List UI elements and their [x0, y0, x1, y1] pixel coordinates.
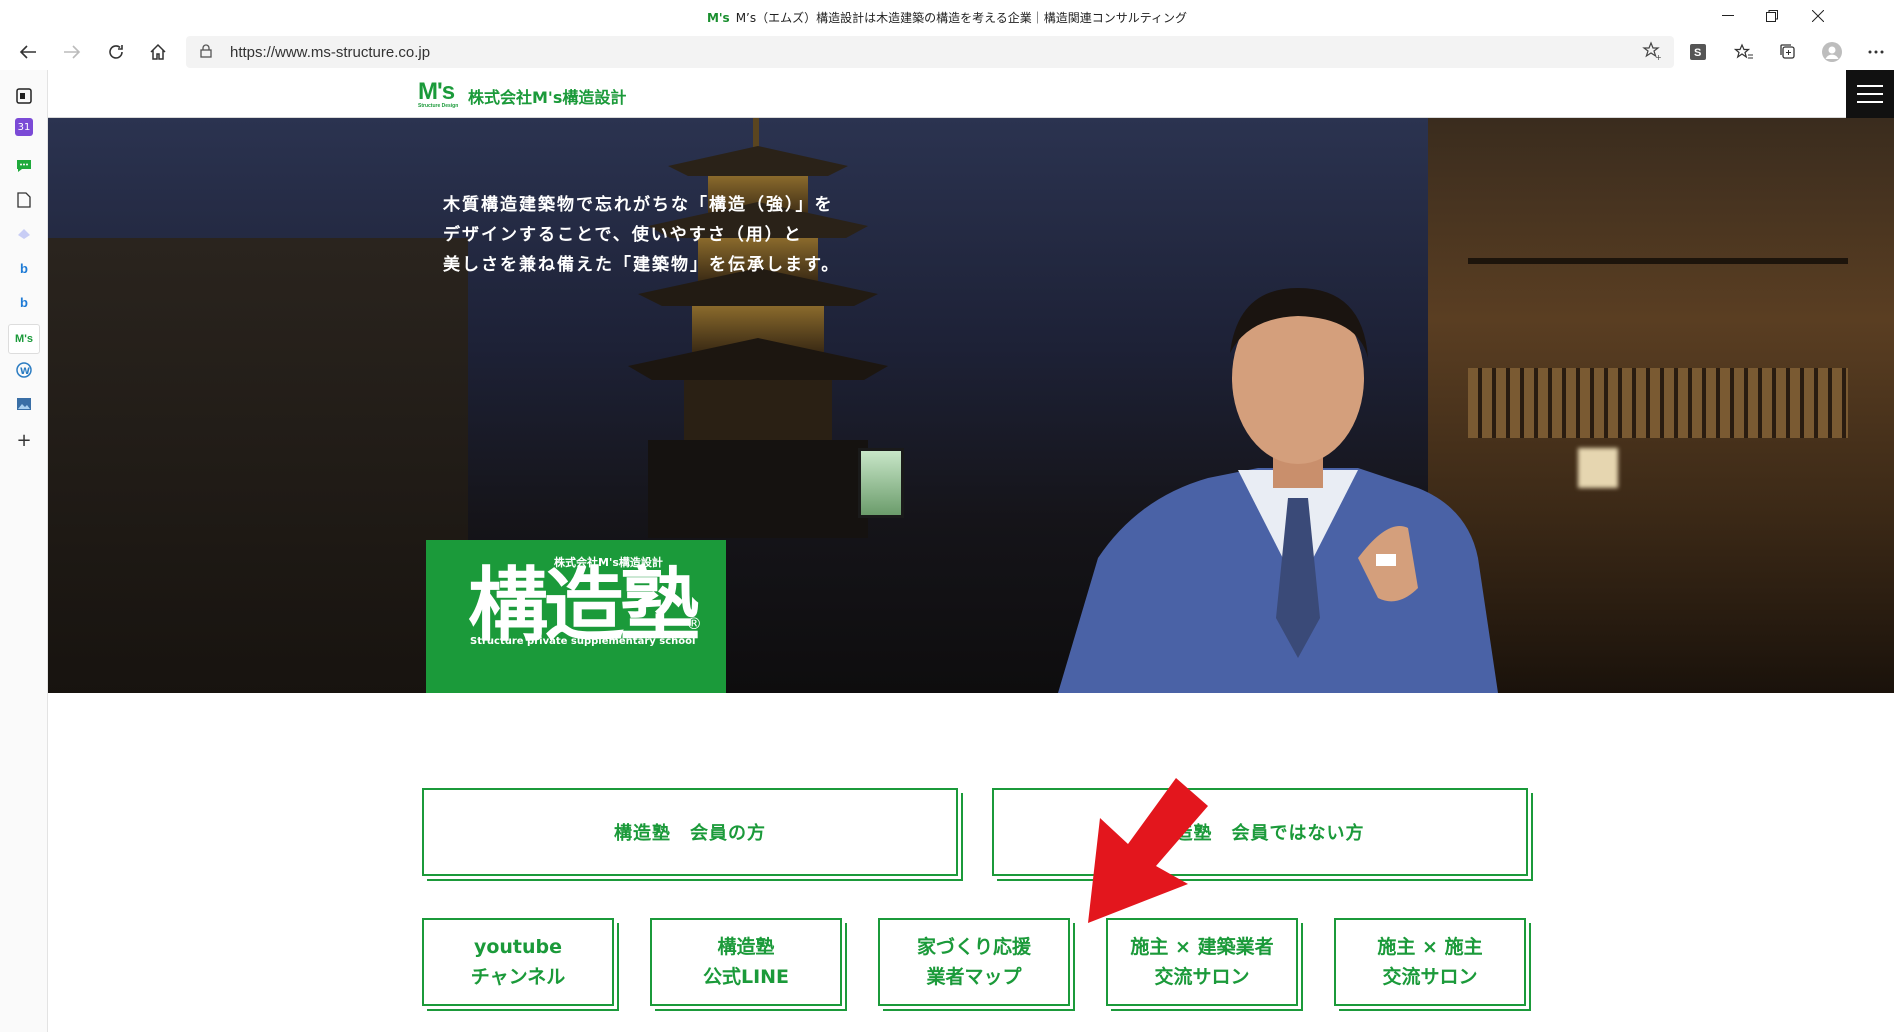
- extension-s-icon: S: [1690, 44, 1706, 60]
- sidebar-item-ms-structure[interactable]: M's: [8, 324, 40, 354]
- forward-icon: [64, 45, 81, 59]
- profile-button[interactable]: [1816, 37, 1848, 67]
- button-line: 公式LINE: [702, 966, 790, 988]
- catch-line: 美しさを兼ね備えた「建築物」を伝承します。: [443, 255, 841, 275]
- collections-button[interactable]: [1772, 37, 1804, 67]
- browser-toolbar: https://www.ms-structure.co.jp + S: [0, 34, 1894, 70]
- sidebar-item-chat[interactable]: [12, 154, 36, 178]
- hamburger-menu-button[interactable]: [1846, 70, 1894, 118]
- restore-icon: [1766, 10, 1778, 22]
- button-line: 家づくり応援: [916, 936, 1031, 958]
- sidebar-item-bing-1[interactable]: b: [12, 256, 36, 280]
- wordpress-icon: W: [16, 362, 32, 378]
- sidebar-add-button[interactable]: +: [12, 428, 36, 452]
- address-bar[interactable]: https://www.ms-structure.co.jp +: [186, 36, 1674, 68]
- home-icon: [150, 43, 166, 60]
- site-header: M's Structure Design 株式会社M's構造設計: [48, 70, 1894, 118]
- logo-mark-text: M's: [418, 78, 455, 105]
- registered-mark: ®: [686, 614, 702, 633]
- favorites-button[interactable]: [1728, 37, 1760, 67]
- button-line: チャンネル: [470, 966, 566, 988]
- button-line: 交流サロン: [1382, 966, 1478, 988]
- youtube-channel-button[interactable]: youtube チャンネル: [422, 918, 614, 1006]
- browser-window: M's M’s（エムズ）構造設計は木造建築の構造を考える企業｜構造関連コンサルティ…: [0, 0, 1894, 1032]
- profile-icon: [1822, 42, 1842, 62]
- document-icon: [17, 192, 31, 208]
- owner-builder-salon-button[interactable]: 施主 × 建築業者 交流サロン: [1106, 918, 1298, 1006]
- favorites-list-icon: [1734, 43, 1753, 59]
- button-line: 施主 × 建築業者: [1130, 936, 1274, 958]
- close-icon: [1812, 10, 1824, 22]
- presenter-photo: [1058, 288, 1498, 693]
- restore-button[interactable]: [1750, 4, 1794, 28]
- sidebar-item-calendar[interactable]: 31: [15, 118, 33, 136]
- edge-sidebar: 31 b b M's W +: [0, 70, 48, 1032]
- refresh-button[interactable]: [100, 37, 132, 67]
- button-line: 構造塾: [717, 936, 775, 958]
- bing-icon: b: [20, 294, 28, 310]
- back-icon: [19, 45, 36, 59]
- more-button[interactable]: [1860, 37, 1892, 67]
- outlook-icon: [16, 88, 32, 104]
- builder-map-button[interactable]: 家づくり応援 業者マップ: [878, 918, 1070, 1006]
- calendar-icon: 31: [17, 121, 31, 133]
- close-button[interactable]: [1796, 4, 1840, 28]
- line-official-button[interactable]: 構造塾 公式LINE: [650, 918, 842, 1006]
- extension-button[interactable]: S: [1682, 37, 1714, 67]
- sidebar-item-bing-2[interactable]: b: [12, 290, 36, 314]
- button-line: youtube: [473, 936, 563, 958]
- button-line: 施主 × 施主: [1377, 936, 1483, 958]
- forward-button[interactable]: [56, 37, 88, 67]
- hero-banner: 木質構造建築物で忘れがちな「構造（強）」を デザインすることで、使いやすさ（用）…: [48, 118, 1894, 693]
- catch-line: 木質構造建築物で忘れがちな「構造（強）」を: [443, 195, 834, 215]
- more-icon: [1868, 50, 1884, 54]
- title-bar: M's M’s（エムズ）構造設計は木造建築の構造を考える企業｜構造関連コンサルティ…: [0, 0, 1894, 34]
- site-logo[interactable]: M's Structure Design: [418, 78, 458, 109]
- svg-text:W: W: [20, 367, 30, 377]
- sidebar-item-document[interactable]: [12, 188, 36, 212]
- url-text[interactable]: https://www.ms-structure.co.jp: [230, 44, 430, 61]
- home-button[interactable]: [142, 37, 174, 67]
- back-button[interactable]: [12, 37, 44, 67]
- add-icon: +: [16, 429, 32, 451]
- sidebar-item-outlook[interactable]: [12, 84, 36, 108]
- hamburger-icon: [1857, 85, 1883, 87]
- red-arrow-annotation: [1088, 778, 1208, 923]
- logo-subtitle: Structure Design: [418, 103, 459, 109]
- catch-line: デザインすることで、使いやすさ（用）と: [443, 225, 803, 245]
- sidebar-item-wordpress[interactable]: W: [12, 358, 36, 382]
- lock-icon: [200, 44, 212, 58]
- refresh-icon: [109, 45, 123, 59]
- company-name[interactable]: 株式会社M's構造設計: [468, 84, 626, 108]
- svg-text:S: S: [1694, 47, 1701, 59]
- favorite-star-icon[interactable]: +: [1642, 41, 1662, 61]
- hero-catchphrase: 木質構造建築物で忘れがちな「構造（強）」を デザインすることで、使いやすさ（用）…: [443, 190, 840, 280]
- badge-english: Structure private supplementary school: [470, 636, 696, 647]
- minimize-icon: [1722, 15, 1734, 16]
- window-title: M's M’s（エムズ）構造設計は木造建築の構造を考える企業｜構造関連コンサルティ…: [0, 9, 1894, 26]
- sidebar-item-copilot[interactable]: [12, 222, 36, 246]
- lantern: [858, 448, 904, 518]
- ms-structure-icon: M's: [15, 333, 33, 345]
- bing-icon: b: [20, 260, 28, 276]
- kozo-juku-badge[interactable]: 株式会社M's構造設計 構造塾 Structure private supple…: [426, 540, 726, 693]
- image-icon: [17, 398, 31, 410]
- button-line: 交流サロン: [1154, 966, 1250, 988]
- owner-owner-salon-button[interactable]: 施主 × 施主 交流サロン: [1334, 918, 1526, 1006]
- copilot-icon: [18, 229, 30, 239]
- web-page: M's Structure Design 株式会社M's構造設計 木質構造建築物…: [48, 70, 1894, 1032]
- window-title-text: M’s（エムズ）構造設計は木造建築の構造を考える企業｜構造関連コンサルティング: [735, 11, 1188, 25]
- favicon: M's: [706, 11, 730, 25]
- sidebar-item-image[interactable]: [12, 392, 36, 416]
- svg-text:+: +: [1655, 53, 1662, 61]
- button-line: 業者マップ: [926, 966, 1022, 988]
- chat-icon: [17, 160, 31, 172]
- member-button[interactable]: 構造塾 会員の方: [422, 788, 958, 876]
- collections-icon: [1780, 44, 1795, 59]
- left-building: [48, 238, 468, 693]
- non-member-button[interactable]: 構造塾 会員ではない方: [992, 788, 1528, 876]
- minimize-button[interactable]: [1706, 4, 1750, 28]
